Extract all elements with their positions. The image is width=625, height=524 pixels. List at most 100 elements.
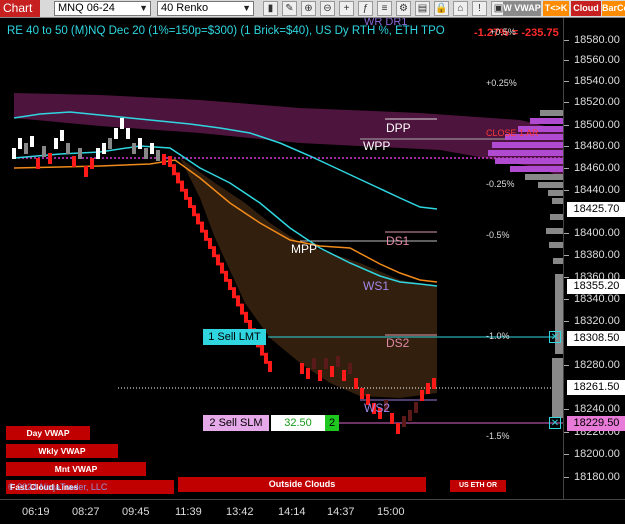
- price-tag: 18229.50: [567, 416, 625, 431]
- white-brick: [60, 130, 64, 141]
- red-brick: [180, 180, 184, 192]
- white-brick: [138, 138, 142, 149]
- chevron-down-icon: ▼: [139, 3, 148, 13]
- price-axis-label: 18380.00: [564, 249, 620, 261]
- bar-type-selector[interactable]: 40 Renko ▼: [157, 1, 254, 16]
- red-brick: [414, 402, 418, 413]
- red-brick: [36, 158, 40, 169]
- ws2-label: WS2: [364, 401, 391, 415]
- red-brick: [84, 166, 88, 177]
- red-brick: [232, 287, 236, 299]
- red-brick: [184, 188, 188, 200]
- red-brick: [268, 361, 272, 372]
- ws1-label: WS1: [363, 279, 390, 293]
- chart-menu-button[interactable]: Chart: [0, 0, 40, 17]
- mnt-vwap-button[interactable]: Mnt VWAP: [6, 462, 146, 476]
- price-axis[interactable]: 18580.00 18560.00 18540.00 18520.00 18500.00…: [563, 18, 625, 499]
- crosshair-icon[interactable]: +: [339, 1, 354, 16]
- time-axis[interactable]: 06:19 08:27 09:45 11:39 13:42 14:14 14:37 15:00: [0, 499, 625, 524]
- pct-minus-15-label: -1.5%: [486, 431, 510, 441]
- sell-lmt-order-tag[interactable]: 1 Sell LMT: [203, 329, 266, 345]
- price-axis-label: 18520.00: [564, 96, 620, 108]
- weekly-cloud-band: [14, 93, 563, 178]
- price-tag: 18308.50: [567, 331, 625, 346]
- time-axis-label: 14:14: [278, 506, 306, 518]
- white-brick: [78, 148, 82, 159]
- white-brick: [12, 148, 16, 159]
- cloud-toggle[interactable]: Cloud: [571, 1, 601, 16]
- pct-plus-05-label: +0.5%: [490, 27, 516, 37]
- red-brick: [408, 410, 412, 421]
- chart-toolbar: Chart MNQ 06-24 ▼ 40 Renko ▼ ▮ ✎ ⊕ ⊖ + ƒ…: [0, 0, 625, 18]
- lock-icon[interactable]: 🔒: [434, 1, 449, 16]
- cancel-lmt-close-icon[interactable]: ✕: [549, 331, 561, 343]
- price-axis-label: 18180.00: [564, 471, 620, 483]
- white-brick: [114, 128, 118, 139]
- day-vwap-button[interactable]: Day VWAP: [6, 426, 90, 440]
- white-brick: [144, 148, 148, 159]
- price-axis-label: 18540.00: [564, 75, 620, 87]
- price-axis-label: 18400.00: [564, 227, 620, 239]
- white-brick: [30, 136, 34, 147]
- zoom-in-icon[interactable]: ⊕: [301, 1, 316, 16]
- red-brick: [244, 311, 248, 323]
- properties-icon[interactable]: ⚙: [396, 1, 411, 16]
- white-brick: [156, 150, 160, 161]
- tk-toggle[interactable]: T<>K: [543, 1, 569, 16]
- red-brick: [168, 156, 172, 167]
- us-eth-or-button[interactable]: US ETH OR: [450, 480, 506, 492]
- price-axis-label: 18560.00: [564, 54, 620, 66]
- red-brick: [188, 197, 192, 208]
- time-axis-label: 13:42: [226, 506, 254, 518]
- red-brick: [426, 383, 430, 394]
- chevron-down-icon: ▼: [242, 3, 251, 13]
- red-brick: [306, 368, 310, 379]
- red-brick: [264, 352, 268, 364]
- watermark: © 2024 NinjaTrader, LLC: [8, 482, 108, 492]
- draw-tool-icon[interactable]: ✎: [282, 1, 297, 16]
- red-brick: [330, 366, 334, 377]
- white-brick: [24, 143, 28, 154]
- red-brick: [216, 254, 220, 266]
- red-brick: [172, 164, 176, 176]
- price-tag: 18425.70: [567, 202, 625, 217]
- time-axis-label: 06:19: [22, 506, 50, 518]
- sell-slm-qty-box[interactable]: 2: [325, 415, 339, 431]
- indicators-icon[interactable]: ƒ: [358, 1, 373, 16]
- alert-icon[interactable]: !: [472, 1, 487, 16]
- red-brick: [220, 262, 224, 274]
- price-axis-label: 18240.00: [564, 403, 620, 415]
- barco-toggle[interactable]: BarCo: [602, 1, 625, 16]
- instrument-value: MNQ 06-24: [58, 2, 115, 14]
- white-brick: [18, 138, 22, 149]
- white-brick: [120, 118, 124, 129]
- close-1-ar-label: CLOSE 1 AR: [486, 128, 539, 138]
- templates-icon[interactable]: ▤: [415, 1, 430, 16]
- red-brick: [402, 416, 406, 427]
- sell-slm-price-box[interactable]: 32.50: [271, 415, 325, 431]
- bars-back-icon[interactable]: ▮: [263, 1, 278, 16]
- white-brick: [132, 143, 136, 154]
- red-brick: [324, 358, 328, 369]
- strategies-icon[interactable]: ≡: [377, 1, 392, 16]
- price-axis-label: 18500.00: [564, 119, 620, 131]
- red-brick: [360, 388, 364, 399]
- outside-clouds-button[interactable]: Outside Clouds: [178, 477, 426, 492]
- price-axis-label: 18580.00: [564, 34, 620, 46]
- chart-plot-area[interactable]: RE 40 to 50 (M)NQ Dec 20 (1%=150p=$300) …: [0, 18, 563, 499]
- zoom-out-icon[interactable]: ⊖: [320, 1, 335, 16]
- cancel-slm-close-icon[interactable]: ✕: [549, 417, 561, 429]
- red-brick: [162, 154, 166, 165]
- order-ticket-icon[interactable]: ⌂: [453, 1, 468, 16]
- red-brick: [90, 158, 94, 169]
- price-tag: 18261.50: [567, 380, 625, 395]
- time-axis-label: 09:45: [122, 506, 150, 518]
- w-vwap-toggle[interactable]: W VWAP: [503, 1, 541, 16]
- wkly-vwap-button[interactable]: Wkly VWAP: [6, 444, 118, 458]
- sell-slm-order-tag[interactable]: 2 Sell SLM: [203, 415, 269, 431]
- instrument-selector[interactable]: MNQ 06-24 ▼: [54, 1, 151, 16]
- dpp-label: DPP: [386, 121, 411, 135]
- red-brick: [336, 356, 340, 367]
- price-axis-label: 18280.00: [564, 359, 620, 371]
- red-brick: [396, 423, 400, 434]
